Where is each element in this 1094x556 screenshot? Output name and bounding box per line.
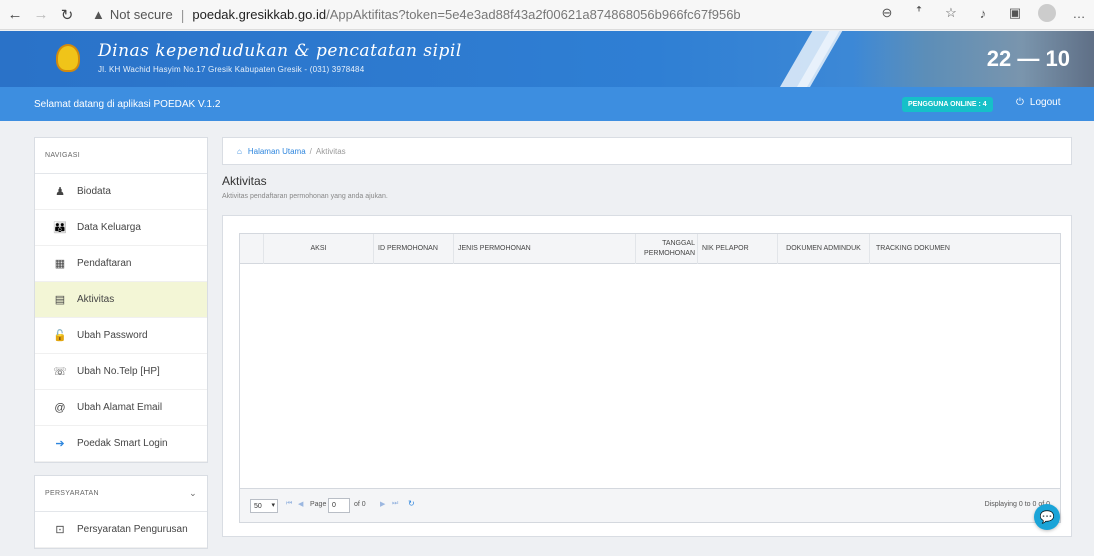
column-aksi[interactable]: AKSI — [264, 234, 374, 264]
sidebar-item-label: Poedak Smart Login — [77, 438, 168, 449]
requirements-panel: PERSYARATAN ⌄ ⊡ Persyaratan Pengurusan — [34, 475, 208, 549]
arrow-right-icon: ➔ — [55, 438, 65, 450]
url-host: poedak.gresikkab.go.id — [192, 7, 327, 22]
gresik-logo-icon — [56, 44, 80, 72]
sidebar-item-persyaratan[interactable]: ⊡ Persyaratan Pengurusan — [35, 512, 207, 548]
sidebar-item-label: Persyaratan Pengurusan — [77, 524, 188, 535]
sidebar-item-biodata[interactable]: ♟ Biodata — [35, 174, 207, 210]
column-id-permohonan[interactable]: ID PERMOHONAN — [374, 234, 454, 264]
sidebar-item-label: Ubah Password — [77, 330, 148, 341]
sidebar-item-label: Pendaftaran — [77, 258, 132, 269]
more-menu-icon[interactable]: … — [1070, 4, 1088, 22]
chevron-down-icon: ▾ — [271, 502, 275, 509]
page-of-label: of 0 — [354, 501, 366, 508]
grid-icon: ▦ — [54, 258, 66, 270]
next-page-icon[interactable]: ▶ — [380, 500, 385, 508]
sidebar-item-data-keluarga[interactable]: 👪 Data Keluarga — [35, 210, 207, 246]
zoom-icon[interactable]: ⊖ — [878, 4, 896, 22]
page-label: Page — [310, 501, 327, 508]
org-title: Dinas kependudukan & pencatatan sipil — [98, 41, 462, 61]
row-number-column — [240, 234, 264, 264]
header-clock: 22 — 10 — [986, 46, 1070, 71]
at-icon: @ — [54, 401, 66, 414]
forward-icon[interactable]: → — [30, 4, 52, 26]
reload-icon[interactable]: ↻ — [56, 4, 78, 26]
welcome-bar: Selamat datang di aplikasi POEDAK V.1.2 … — [0, 87, 1094, 121]
sidebar-item-aktivitas[interactable]: ▤ Aktivitas — [35, 282, 207, 318]
sidebar-item-label: Ubah Alamat Email — [77, 402, 163, 413]
phone-icon: ☏ — [53, 366, 67, 378]
breadcrumb: ⌂ Halaman Utama / Aktivitas — [222, 137, 1072, 165]
chevron-down-icon[interactable]: ⌄ — [189, 488, 197, 499]
grid-pager: 50 ▾ ⏮ ◀ Page 0 of 0 ▶ ⏭ ↻ Displaying 0 t… — [240, 488, 1060, 522]
browser-toolbar: ← → ↻ ▲ Not secure | poedak.gresikkab.go… — [0, 0, 1094, 30]
requirements-panel-title: PERSYARATAN — [45, 490, 99, 497]
column-dokumen-adminduk[interactable]: DOKUMEN ADMINDUK — [778, 234, 870, 264]
sidebar-item-pendaftaran[interactable]: ▦ Pendaftaran — [35, 246, 207, 282]
page-size-value: 50 — [254, 502, 262, 510]
last-page-icon[interactable]: ⏭ — [392, 500, 398, 508]
grid-header: AKSI ID PERMOHONAN JENIS PERMOHONAN TANG… — [240, 234, 1060, 264]
extension-icon[interactable]: ♪ — [974, 4, 992, 22]
sidebar-item-ubah-password[interactable]: 🔓 Ubah Password — [35, 318, 207, 354]
breadcrumb-home[interactable]: Halaman Utama — [248, 147, 306, 156]
page-subtitle: Aktivitas pendaftaran permohonan yang an… — [222, 193, 388, 200]
favorite-star-icon[interactable]: ☆ — [942, 4, 960, 22]
power-icon: ⏻ — [1016, 97, 1024, 108]
prev-page-icon[interactable]: ◀ — [298, 500, 303, 508]
chat-bubble-button[interactable]: 💬 — [1034, 504, 1060, 530]
list-icon: ▤ — [54, 294, 66, 306]
url-separator: | — [180, 6, 185, 23]
app-header: Dinas kependudukan & pencatatan sipil Jl… — [0, 31, 1094, 87]
breadcrumb-current: Aktivitas — [315, 146, 346, 156]
sidebar-item-label: Data Keluarga — [77, 222, 141, 233]
back-icon[interactable]: ← — [4, 4, 26, 26]
collections-icon[interactable]: ▣ — [1006, 4, 1024, 22]
page-number-input[interactable]: 0 — [328, 498, 350, 513]
first-page-icon[interactable]: ⏮ — [286, 500, 292, 508]
profile-avatar-icon[interactable] — [1038, 4, 1056, 22]
activity-grid: AKSI ID PERMOHONAN JENIS PERMOHONAN TANG… — [239, 233, 1061, 523]
column-tracking-dokumen[interactable]: TRACKING DOKUMEN — [870, 234, 1060, 264]
url-path: /AppAktifitas?token=5e4e3ad88f43a2f00621… — [326, 7, 741, 22]
org-address: Jl. KH Wachid Hasyim No.17 Gresik Kabupa… — [98, 65, 365, 74]
sidebar-item-label: Ubah No.Telp [HP] — [77, 366, 160, 377]
sidebar-item-smart-login[interactable]: ➔ Poedak Smart Login — [35, 426, 207, 462]
sidebar-item-ubah-email[interactable]: @ Ubah Alamat Email — [35, 390, 207, 426]
nav-panel-title: NAVIGASI — [35, 138, 207, 174]
home-icon[interactable]: ⌂ — [237, 147, 242, 156]
user-icon: ♟ — [55, 186, 65, 198]
logout-label: Logout — [1029, 97, 1061, 108]
family-icon: 👪 — [53, 222, 67, 234]
refresh-icon[interactable]: ↻ — [408, 499, 415, 508]
sidebar-item-label: Biodata — [77, 186, 111, 197]
logout-button[interactable]: ⏻ Logout — [1016, 97, 1061, 108]
requirements-panel-header[interactable]: PERSYARATAN ⌄ — [35, 476, 207, 512]
chat-icon: 💬 — [1039, 510, 1055, 524]
document-icon: ⊡ — [55, 524, 65, 536]
online-users-badge: PENGGUNA ONLINE : 4 — [902, 97, 993, 112]
column-nik-pelapor[interactable]: NIK PELAPOR — [698, 234, 778, 264]
clock-day: 22 — [986, 46, 1012, 71]
read-aloud-icon[interactable]: ꜛ — [910, 4, 928, 22]
breadcrumb-separator: / — [309, 146, 312, 156]
page-size-select[interactable]: 50 ▾ — [250, 499, 278, 513]
column-tanggal-permohonan[interactable]: TANGGAL PERMOHONAN — [636, 234, 698, 264]
clock-time: 10 — [1045, 46, 1070, 71]
sidebar-item-label: Aktivitas — [77, 294, 115, 305]
sidebar: NAVIGASI ♟ Biodata 👪 Data Keluarga ▦ Pen… — [34, 137, 208, 549]
lock-icon: 🔓 — [53, 330, 67, 342]
welcome-text: Selamat datang di aplikasi POEDAK V.1.2 — [34, 98, 221, 110]
page-title: Aktivitas — [222, 174, 267, 188]
address-bar[interactable]: poedak.gresikkab.go.id/AppAktifitas?toke… — [192, 7, 740, 22]
sidebar-item-ubah-telp[interactable]: ☏ Ubah No.Telp [HP] — [35, 354, 207, 390]
security-label[interactable]: Not secure — [110, 7, 173, 22]
warning-icon[interactable]: ▲ — [92, 7, 105, 22]
activity-grid-panel: AKSI ID PERMOHONAN JENIS PERMOHONAN TANG… — [222, 215, 1072, 537]
column-jenis-permohonan[interactable]: JENIS PERMOHONAN — [454, 234, 636, 264]
nav-panel: NAVIGASI ♟ Biodata 👪 Data Keluarga ▦ Pen… — [34, 137, 208, 463]
